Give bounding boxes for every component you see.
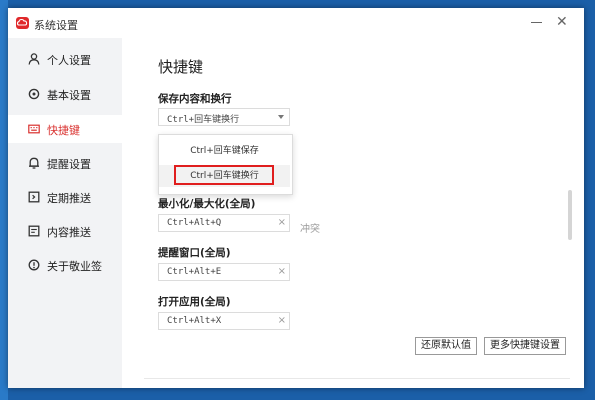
sidebar: 个人设置 基本设置 快捷键 提醒设置 定期推送 内容推送 关于敬业签 xyxy=(8,38,122,388)
close-button[interactable]: ✕ xyxy=(556,14,568,30)
window-title: 系统设置 xyxy=(34,19,78,32)
document-icon xyxy=(28,225,40,237)
sidebar-item-about[interactable]: 关于敬业签 xyxy=(8,251,122,279)
sidebar-item-label: 关于敬业签 xyxy=(47,260,102,273)
sidebar-item-label: 快捷键 xyxy=(47,124,80,137)
open-app-shortcut-input[interactable]: Ctrl+Alt+X × xyxy=(158,312,290,330)
keyboard-icon xyxy=(28,124,40,134)
page-title: 快捷键 xyxy=(158,58,204,76)
desktop-background xyxy=(0,0,8,400)
user-icon xyxy=(28,53,40,65)
main-content: 快捷键 保存内容和换行 Ctrl+回车键换行 Ctrl+回车键保存 Ctrl+回… xyxy=(122,38,584,388)
sidebar-item-label: 定期推送 xyxy=(47,192,91,205)
sidebar-item-basic[interactable]: 基本设置 xyxy=(8,80,122,108)
reminder-shortcut-input[interactable]: Ctrl+Alt+E × xyxy=(158,263,290,281)
sidebar-item-shortcuts[interactable]: 快捷键 xyxy=(8,115,122,143)
restore-defaults-button[interactable]: 还原默认值 xyxy=(415,337,477,355)
reminder-value: Ctrl+Alt+E xyxy=(167,267,222,277)
sidebar-item-personal[interactable]: 个人设置 xyxy=(8,45,122,73)
dropdown-option-save[interactable]: Ctrl+回车键保存 xyxy=(159,140,290,162)
minmax-label: 最小化/最大化(全局) xyxy=(158,198,256,210)
clear-icon[interactable]: × xyxy=(278,266,286,277)
sidebar-item-label: 基本设置 xyxy=(47,89,91,102)
schedule-icon xyxy=(28,191,40,203)
save-newline-select[interactable]: Ctrl+回车键换行 xyxy=(158,108,290,126)
sidebar-item-scheduled-push[interactable]: 定期推送 xyxy=(8,183,122,211)
minimize-button[interactable] xyxy=(531,22,542,23)
reminder-window-label: 提醒窗口(全局) xyxy=(158,247,231,259)
save-newline-value: Ctrl+回车键换行 xyxy=(167,115,240,125)
info-icon xyxy=(28,259,40,271)
open-app-label: 打开应用(全局) xyxy=(158,296,231,308)
sidebar-item-label: 个人设置 xyxy=(47,54,91,67)
sidebar-item-label: 内容推送 xyxy=(47,226,91,239)
clear-icon[interactable]: × xyxy=(278,315,286,326)
gear-icon xyxy=(28,88,40,100)
conflict-status: 冲突 xyxy=(300,224,320,235)
scrollbar[interactable] xyxy=(568,190,572,240)
clear-icon[interactable]: × xyxy=(278,217,286,228)
chevron-down-icon xyxy=(278,115,284,119)
sidebar-item-reminder[interactable]: 提醒设置 xyxy=(8,149,122,177)
sidebar-item-content-push[interactable]: 内容推送 xyxy=(8,217,122,245)
bell-icon xyxy=(29,157,39,169)
more-shortcuts-button[interactable]: 更多快捷键设置 xyxy=(484,337,566,355)
app-logo-icon xyxy=(16,17,29,29)
dropdown-option-newline[interactable]: Ctrl+回车键换行 xyxy=(159,165,290,187)
title-bar: 系统设置 ✕ xyxy=(8,8,584,38)
settings-window: 系统设置 ✕ 个人设置 基本设置 快捷键 提醒设置 定期推送 内容推送 关于敬业… xyxy=(8,8,584,388)
minmax-value: Ctrl+Alt+Q xyxy=(167,218,222,228)
minmax-shortcut-input[interactable]: Ctrl+Alt+Q × xyxy=(158,214,290,232)
save-newline-dropdown: Ctrl+回车键保存 Ctrl+回车键换行 xyxy=(158,134,293,195)
sidebar-item-label: 提醒设置 xyxy=(47,158,91,171)
open-app-value: Ctrl+Alt+X xyxy=(167,316,222,326)
footer-divider xyxy=(144,378,570,379)
save-newline-label: 保存内容和换行 xyxy=(158,93,232,105)
